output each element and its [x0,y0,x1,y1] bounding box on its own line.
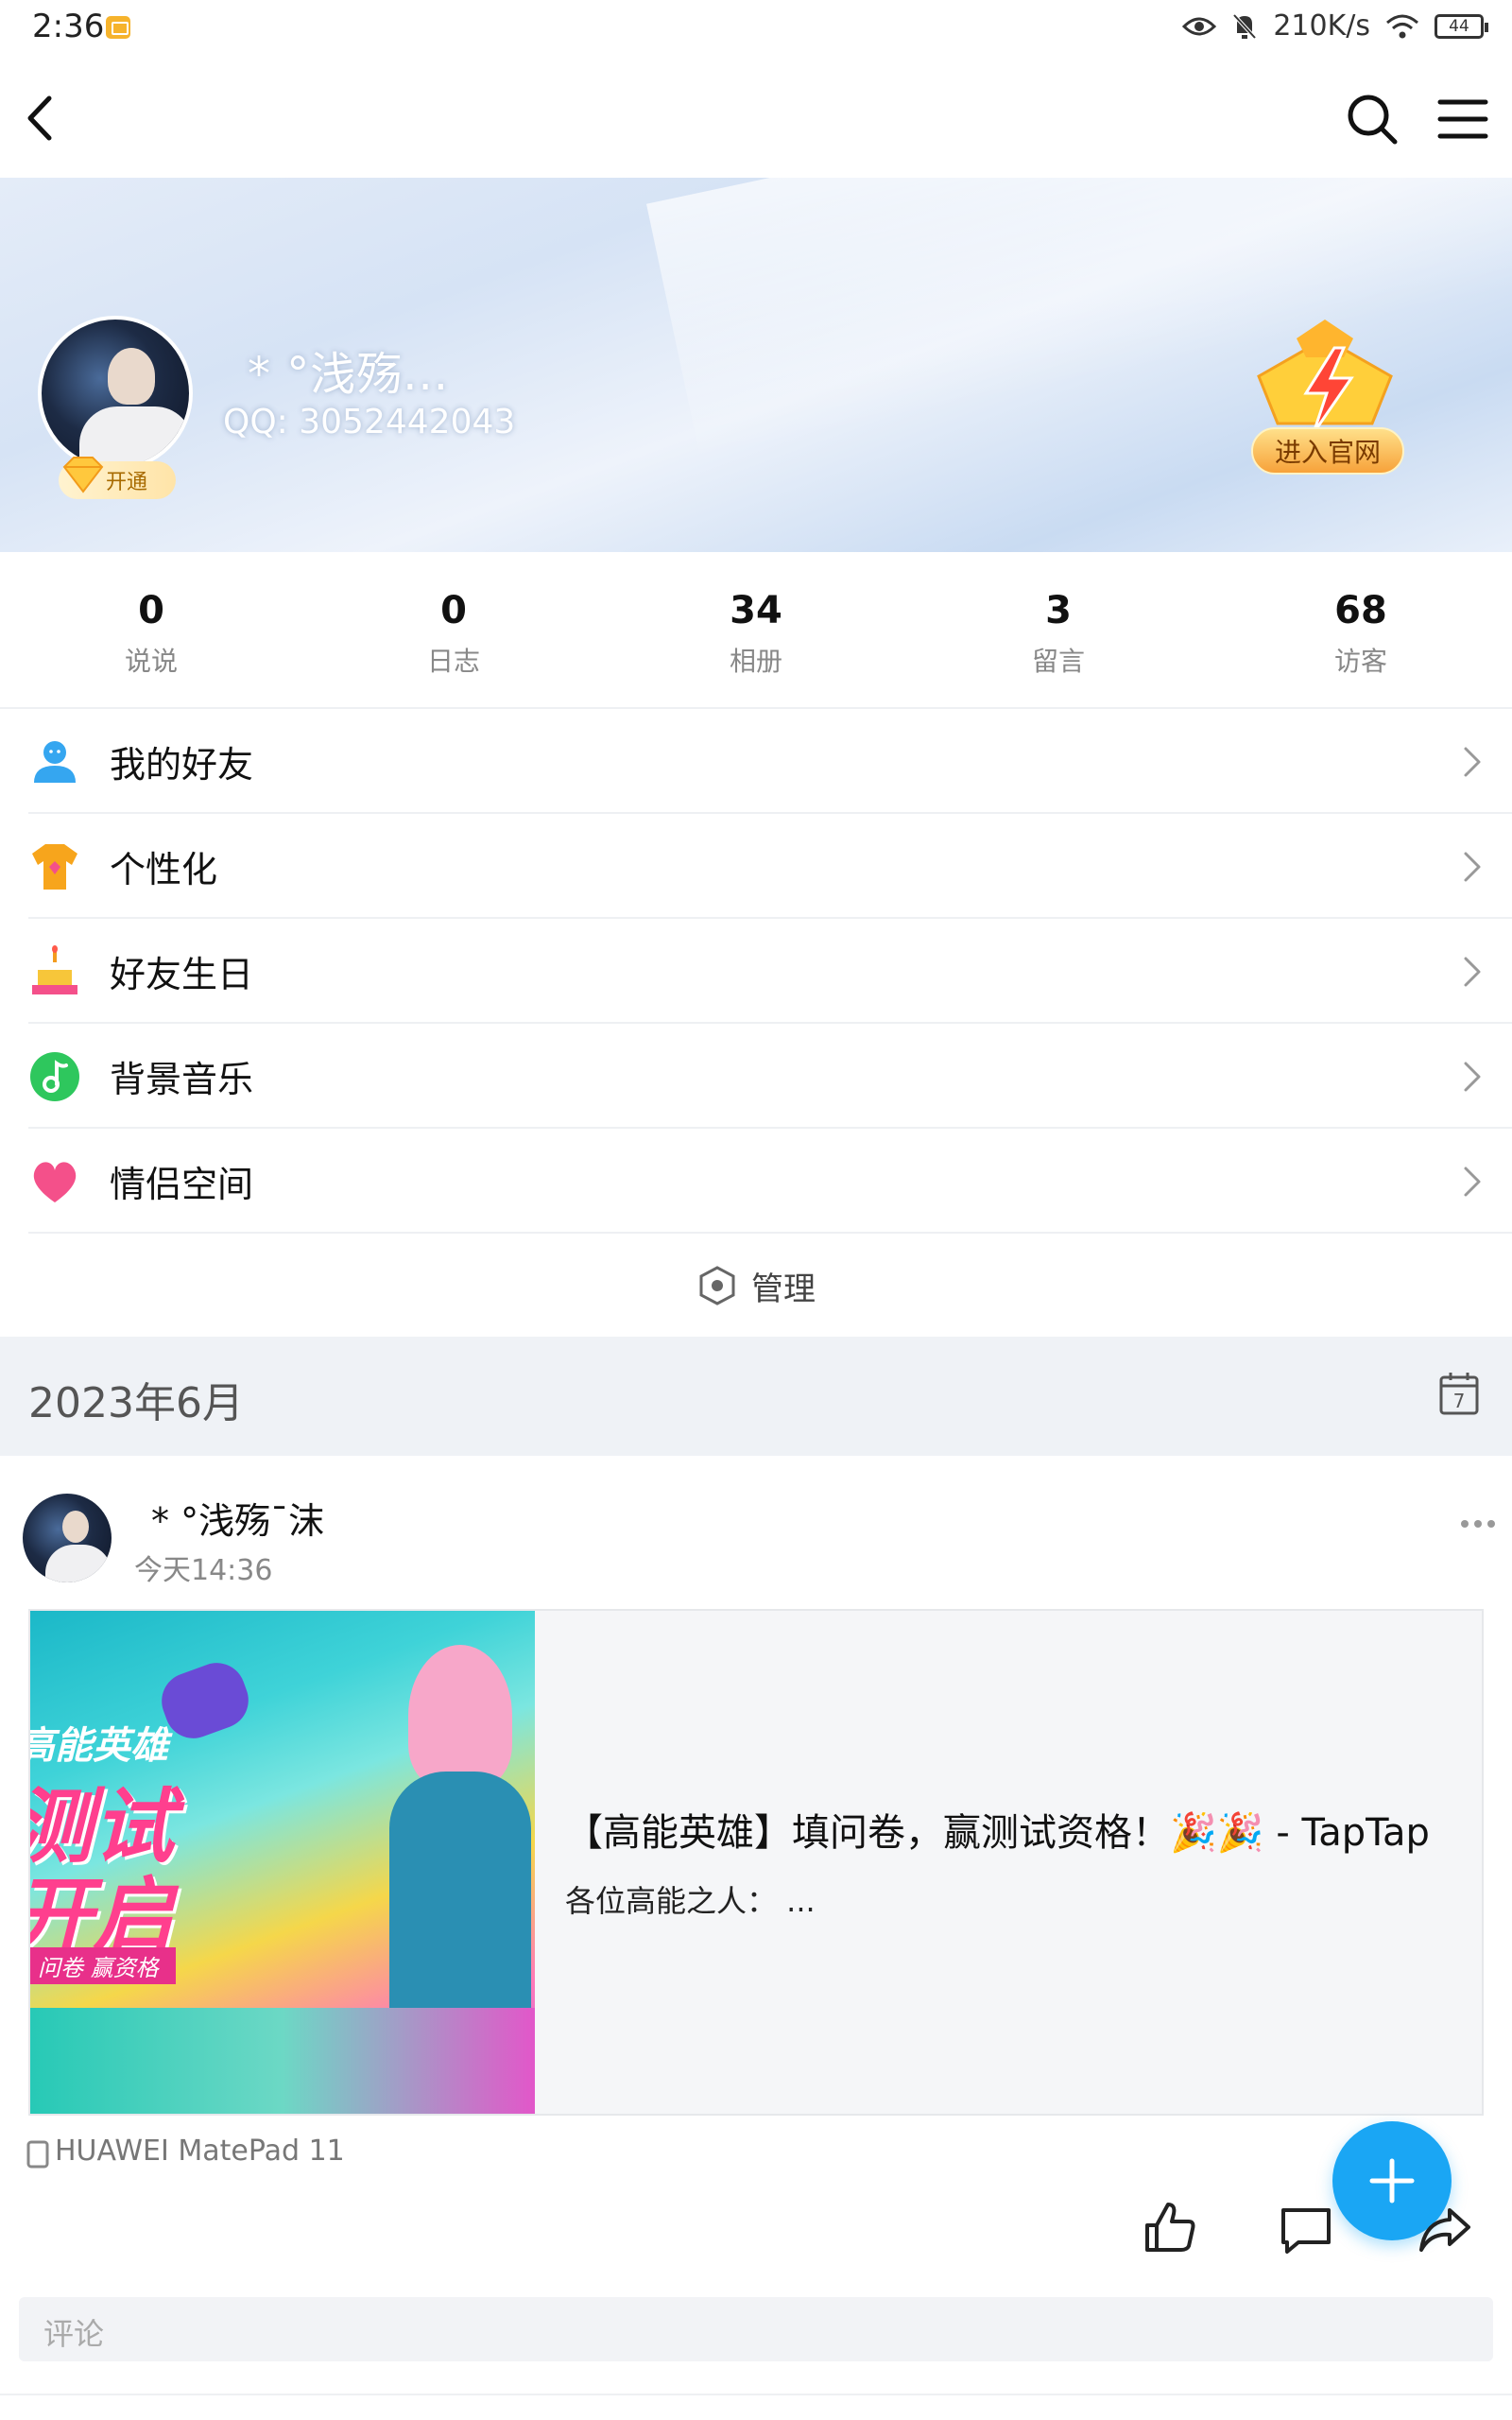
shared-link-card[interactable]: 高能英雄 测试开启 问卷 赢资格 【高能英雄】填问卷，赢测试资格！🎉🎉 - Ta… [28,1609,1484,2116]
stat-label: 留言 [1031,646,1085,677]
menu-label: 我的好友 [110,744,254,786]
comment-icon[interactable] [1280,2206,1332,2254]
link-title: 【高能英雄】填问卷，赢测试资格！🎉🎉 - TapTap [565,1811,1430,1855]
menu-item-birthday[interactable]: 好友生日 [0,919,1512,1024]
menu-label: 个性化 [110,849,218,890]
friends-icon [34,741,76,783]
more-icon[interactable] [1459,1518,1497,1530]
top-nav [0,57,1512,178]
stat-label: 说说 [124,646,178,677]
menu-item-music[interactable]: 背景音乐 [0,1024,1512,1129]
stat-blog[interactable]: 0 日志 [302,552,605,707]
mute-bell-icon [1232,13,1257,39]
timeline-header: 2023年6月 7 [0,1337,1512,1456]
search-icon[interactable] [1342,89,1402,149]
thumb-hero-head [408,1645,512,1787]
stat-visitor[interactable]: 68 访客 [1210,552,1512,707]
notification-app-icon [106,16,130,39]
vip-label: 开通 [106,471,148,494]
qq-number: QQ: 3052442043 [223,403,516,441]
avatar[interactable] [38,316,193,471]
net-speed: 210K/s [1273,9,1370,43]
stat-label: 日志 [426,646,480,677]
battery-icon: 44 [1435,13,1488,39]
feature-list: 我的好友 个性化 好友生日 背景音乐 情侣空间 [0,709,1512,1234]
stats-row: 0 说说 0 日志 34 相册 3 留言 68 访客 [0,552,1512,709]
menu-label: 情侣空间 [110,1164,254,1205]
chevron-right-icon [1464,1062,1481,1092]
post-author[interactable]: * °浅殇¯沫 [151,1492,324,1544]
thumb-ground [30,2008,535,2114]
menu-item-couple[interactable]: 情侣空间 [0,1129,1512,1234]
thumb-figure [153,1654,257,1747]
menu-item-personalize[interactable]: 个性化 [0,814,1512,919]
plus-icon [1369,2158,1415,2204]
thumb-hero-body [389,1772,531,2017]
stat-number: 0 [138,589,164,632]
thumb-headline: 测试开启 [30,1783,174,1961]
stat-message[interactable]: 3 留言 [907,552,1210,707]
comment-input[interactable]: 评论 [19,2297,1493,2361]
chevron-right-icon [1464,852,1481,882]
post-avatar[interactable] [23,1494,112,1582]
status-bar: 2:36 210K/s 44 [0,0,1512,57]
stat-number: 34 [730,589,782,632]
status-time: 2:36 [32,8,105,45]
chevron-right-icon [1464,747,1481,777]
share-icon[interactable] [1418,2206,1472,2254]
settings-hexagon-icon [699,1266,735,1305]
feed-post: * °浅殇¯沫 今天14:36 高能英雄 测试开启 问卷 赢资格 【高能英雄】填… [0,1456,1512,2420]
stat-shuoshuo[interactable]: 0 说说 [0,552,302,707]
stat-label: 相册 [729,646,782,677]
divider [0,2394,1512,2395]
manage-button[interactable]: 管理 [0,1235,1512,1337]
cake-icon [32,945,77,994]
stat-album[interactable]: 34 相册 [605,552,907,707]
profile-banner: 开通 * °浅殇... QQ: 3052442043 进入官网 [0,178,1512,552]
status-right: 210K/s 44 [1182,9,1488,43]
post-time: 今天14:36 [134,1554,273,1587]
stat-number: 3 [1045,589,1072,632]
calendar-icon[interactable]: 7 [1438,1371,1480,1416]
comment-placeholder: 评论 [43,2316,105,2352]
stat-label: 访客 [1333,646,1387,677]
menu-icon[interactable] [1435,89,1491,149]
music-icon [30,1052,79,1101]
back-icon[interactable] [13,85,70,151]
like-icon[interactable] [1143,2201,1196,2254]
calendar-day: 7 [1453,1390,1466,1412]
menu-label: 好友生日 [110,954,254,995]
thumb-game-logo: 高能英雄 [30,1724,168,1768]
chevron-right-icon [1464,957,1481,987]
menu-label: 背景音乐 [110,1059,254,1100]
tshirt-icon [32,844,77,890]
divider [28,1232,1512,1234]
heart-icon [33,1162,77,1202]
diamond-icon [62,457,104,493]
tablet-icon [26,2140,49,2169]
eye-icon [1182,17,1217,35]
link-thumbnail: 高能英雄 测试开启 问卷 赢资格 [30,1611,535,2114]
manage-label: 管理 [751,1270,816,1308]
menu-item-friends[interactable]: 我的好友 [0,709,1512,814]
nickname: * °浅殇... [248,348,450,401]
stat-number: 0 [440,589,467,632]
thumb-headline-1: 测试 [30,1780,174,1875]
chevron-right-icon [1464,1167,1481,1197]
official-site-button[interactable]: 进入官网 [1251,427,1404,475]
thumb-tag: 问卷 赢资格 [30,1947,176,1984]
month-label: 2023年6月 [28,1379,244,1427]
stat-number: 68 [1334,589,1387,632]
device-label: HUAWEI MatePad 11 [55,2135,345,2168]
link-description: 各位高能之人： ... [565,1883,816,1919]
wifi-icon [1386,14,1418,38]
